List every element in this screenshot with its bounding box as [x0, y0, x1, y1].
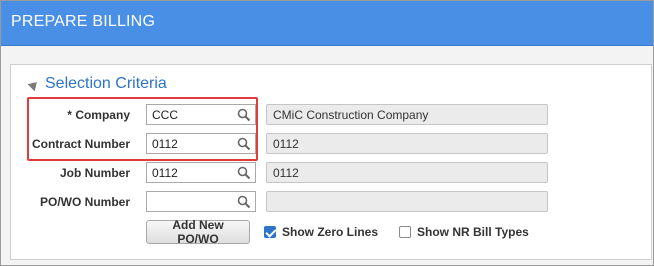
company-input[interactable]: CCC	[146, 104, 256, 125]
search-icon[interactable]	[237, 137, 251, 151]
po-wo-number-row: PO/WO Number	[0, 191, 640, 213]
show-nr-bill-types-checkbox[interactable]: Show NR Bill Types	[399, 225, 529, 239]
contract-number-label: Contract Number	[31, 137, 130, 151]
contract-number-description-field: 0112	[266, 133, 548, 154]
required-marker: *	[67, 108, 72, 122]
add-new-po-wo-button[interactable]: Add New PO/WO	[146, 218, 250, 246]
checkbox-checked-icon[interactable]	[264, 226, 276, 238]
po-wo-number-label: PO/WO Number	[39, 195, 130, 209]
job-number-value: 0112	[152, 166, 178, 180]
job-number-description-field: 0112	[266, 162, 548, 183]
contract-number-description: 0112	[273, 137, 299, 151]
section-header[interactable]: Selection Criteria	[27, 75, 167, 93]
show-nr-bill-types-label: Show NR Bill Types	[417, 225, 529, 239]
company-label: * Company	[67, 108, 130, 122]
checkbox-unchecked-icon[interactable]	[399, 226, 411, 238]
search-icon[interactable]	[237, 195, 251, 209]
job-number-input[interactable]: 0112	[146, 162, 256, 183]
job-number-description: 0112	[273, 166, 299, 180]
job-number-label: Job Number	[59, 166, 130, 180]
job-number-row: Job Number 0112 0112	[0, 162, 640, 184]
company-row: * Company CCC CMiC Construction Company	[0, 104, 640, 126]
po-wo-number-input[interactable]	[146, 191, 256, 212]
contract-number-input[interactable]: 0112	[146, 133, 256, 154]
section-title: Selection Criteria	[45, 75, 167, 92]
po-wo-number-description-field	[266, 191, 548, 212]
contract-number-row: Contract Number 0112 0112	[0, 133, 640, 155]
company-value: CCC	[152, 108, 178, 122]
show-zero-lines-label: Show Zero Lines	[282, 225, 379, 239]
show-zero-lines-checkbox[interactable]: Show Zero Lines	[264, 225, 378, 239]
window-title: PREPARE BILLING	[11, 13, 156, 30]
search-icon[interactable]	[237, 108, 251, 122]
contract-number-value: 0112	[152, 137, 178, 151]
collapse-triangle-icon[interactable]	[27, 78, 41, 92]
title-bar: PREPARE BILLING	[1, 1, 653, 46]
company-description: CMiC Construction Company	[273, 108, 429, 122]
search-icon[interactable]	[237, 166, 251, 180]
company-description-field: CMiC Construction Company	[266, 104, 548, 125]
